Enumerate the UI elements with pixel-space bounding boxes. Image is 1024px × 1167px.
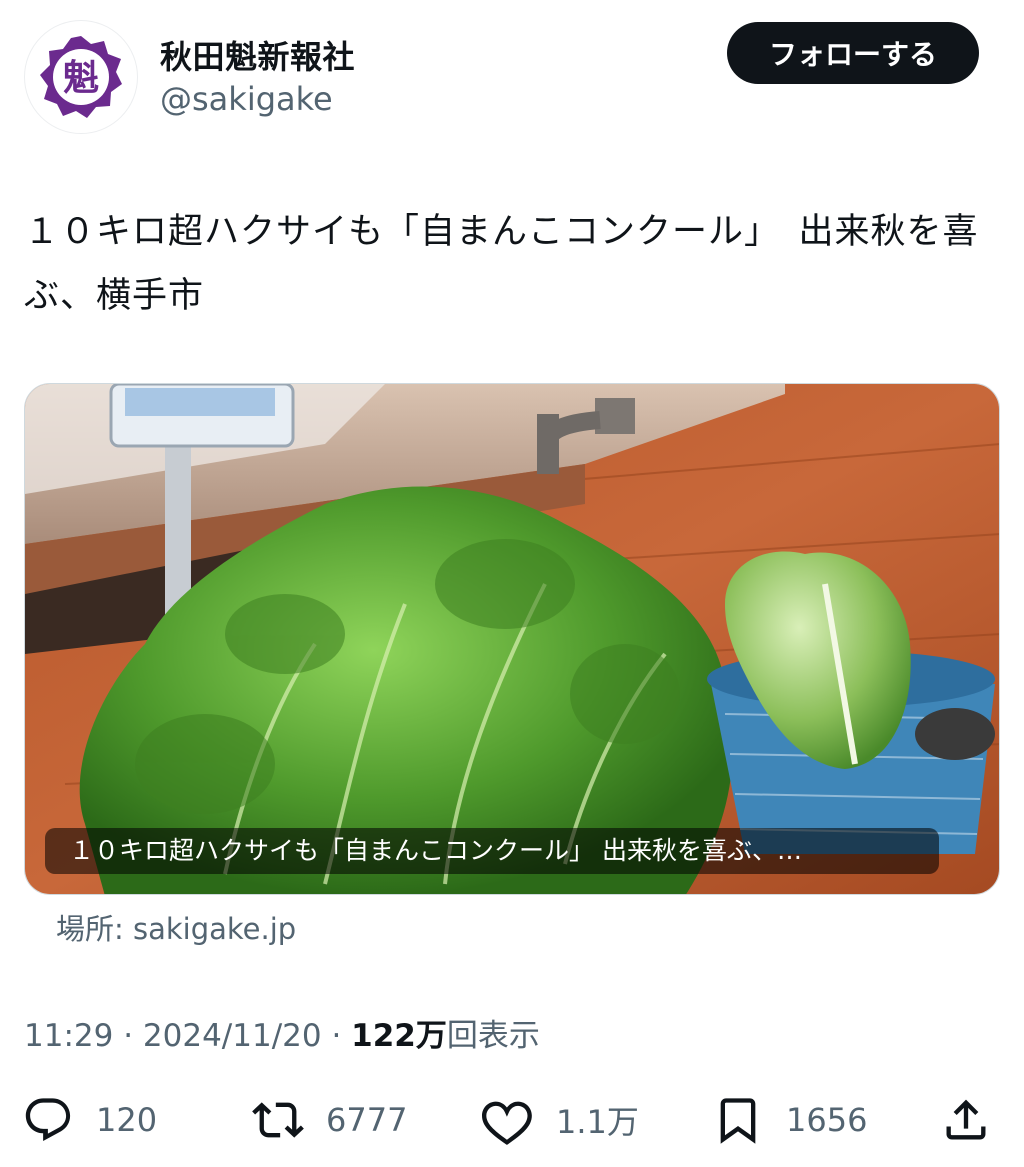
reply-icon <box>25 1098 71 1142</box>
follow-button[interactable]: フォローする <box>727 22 979 84</box>
bookmark-count: 1656 <box>786 1101 868 1139</box>
share-icon <box>946 1099 986 1140</box>
newspaper-logo: 魁 <box>40 36 122 118</box>
svg-text:魁: 魁 <box>63 58 99 99</box>
view-label: 回表示 <box>446 1018 540 1054</box>
like-button[interactable]: 1.1万 <box>482 1090 639 1150</box>
retweet-count: 6777 <box>326 1101 408 1139</box>
bookmark-button[interactable]: 1656 <box>712 1090 867 1150</box>
reply-button[interactable]: 120 <box>22 1090 157 1150</box>
view-count: 122万 <box>351 1018 447 1054</box>
action-bar: 120 6777 1.1万 1656 <box>0 1090 1024 1150</box>
tweet-meta: 11:29 · 2024/11/20 · 122万回表示 <box>24 1010 540 1055</box>
retweet-icon <box>252 1102 304 1138</box>
bookmark-icon <box>720 1098 756 1144</box>
link-card[interactable]: １０キロ超ハクサイも「自まんこコンクール」 出来秋を喜ぶ、… <box>24 383 1000 895</box>
share-button[interactable] <box>940 1090 992 1150</box>
reply-count: 120 <box>96 1101 158 1139</box>
tweet-date[interactable]: 2024/11/20 <box>143 1018 322 1054</box>
account-name[interactable]: 秋田魁新報社 <box>160 32 355 78</box>
card-title[interactable]: １０キロ超ハクサイも「自まんこコンクール」 出来秋を喜ぶ、… <box>45 828 939 874</box>
meta-separator: · <box>113 1018 143 1054</box>
meta-separator: · <box>321 1018 352 1054</box>
retweet-button[interactable]: 6777 <box>252 1090 407 1150</box>
heart-icon <box>482 1101 532 1145</box>
account-handle[interactable]: @sakigake <box>160 80 333 118</box>
like-count: 1.1万 <box>556 1103 639 1141</box>
tweet-text: １０キロ超ハクサイも「自まんこコンクール」 出来秋を喜ぶ、横手市 <box>24 212 979 316</box>
avatar[interactable]: 魁 <box>24 20 138 134</box>
card-image <box>25 384 999 894</box>
link-source[interactable]: 場所: sakigake.jp <box>56 906 296 948</box>
tweet-time[interactable]: 11:29 <box>24 1018 113 1054</box>
